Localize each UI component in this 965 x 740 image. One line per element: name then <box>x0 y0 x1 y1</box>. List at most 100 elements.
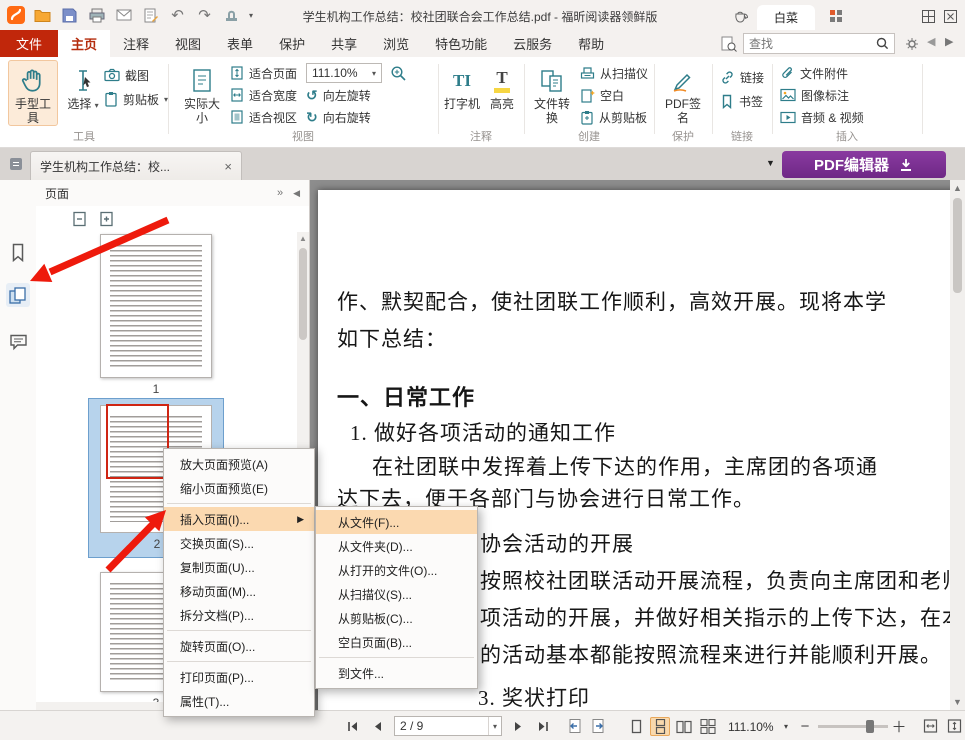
image-annotation-button[interactable]: 图像标注 <box>780 85 849 105</box>
single-page-view-button[interactable] <box>626 717 646 736</box>
document-scrollbar[interactable]: ▲ ▼ <box>950 180 965 710</box>
menu-item-properties[interactable]: 属性(T)... <box>164 689 314 713</box>
typewriter-button[interactable]: TI 打字机 <box>442 60 482 112</box>
comments-panel-button[interactable] <box>6 330 30 354</box>
submenu-item-from-file[interactable]: 从文件(F)... <box>316 510 477 534</box>
redo-icon[interactable]: ↷ <box>195 6 214 25</box>
rotate-left-button[interactable]: ↺ 向左旋转 <box>306 85 371 105</box>
edit-document-icon[interactable] <box>141 6 160 25</box>
search-options-gear-icon[interactable] <box>905 37 919 51</box>
session-tab[interactable]: 白菜 <box>757 5 815 30</box>
pdf-sign-button[interactable]: PDF签名 <box>660 60 706 126</box>
from-clipboard-button[interactable]: 从剪贴板 <box>580 107 647 127</box>
reduce-thumbnail-icon[interactable] <box>72 211 87 227</box>
submenu-item-from-clipboard[interactable]: 从剪贴板(C)... <box>316 606 477 630</box>
zoom-combo[interactable]: 111.10%▾ <box>306 63 382 83</box>
search-icon[interactable] <box>876 37 889 50</box>
submenu-item-from-folder[interactable]: 从文件夹(D)... <box>316 534 477 558</box>
tab-help[interactable]: 帮助 <box>565 30 617 57</box>
fit-page-status-button[interactable] <box>944 717 964 735</box>
next-view-button[interactable] <box>588 717 608 735</box>
zoom-in-button[interactable]: ＋ <box>892 717 906 735</box>
menu-item-print-pages[interactable]: 打印页面(P)... <box>164 665 314 689</box>
page-dropdown-caret-icon[interactable]: ▾ <box>488 717 501 735</box>
print-icon[interactable] <box>87 6 106 25</box>
email-icon[interactable] <box>114 6 133 25</box>
tab-browse[interactable]: 浏览 <box>370 30 422 57</box>
tab-protect[interactable]: 保护 <box>266 30 318 57</box>
pdf-editor-button[interactable]: PDF编辑器 <box>782 151 946 178</box>
tab-cloud[interactable]: 云服务 <box>500 30 565 57</box>
zoom-level-text[interactable]: 111.10% <box>728 720 774 734</box>
apps-grid-icon[interactable] <box>828 8 844 24</box>
zoom-in-icon[interactable] <box>390 65 407 82</box>
snapshot-button[interactable]: 截图 <box>104 65 149 85</box>
find-previous-icon[interactable]: ◀ <box>927 37 935 48</box>
tab-comment[interactable]: 注释 <box>110 30 162 57</box>
page-number-input[interactable] <box>395 719 475 733</box>
search-document-icon[interactable] <box>721 36 737 52</box>
zoom-out-button[interactable]: − <box>798 717 812 735</box>
collapse-panel-icon[interactable]: ◀ <box>293 188 300 199</box>
theme-icon[interactable] <box>733 8 749 24</box>
hand-tool-button[interactable]: 手型工具 <box>8 60 58 126</box>
scroll-up-icon[interactable]: ▲ <box>950 183 965 193</box>
tab-share[interactable]: 共享 <box>318 30 370 57</box>
menu-item-copy-pages[interactable]: 复制页面(U)... <box>164 555 314 579</box>
scrollbar-thumb[interactable] <box>299 248 307 340</box>
next-page-button[interactable] <box>510 717 528 735</box>
scroll-down-icon[interactable]: ▼ <box>950 697 965 707</box>
from-scanner-button[interactable]: 从扫描仪 <box>580 63 648 83</box>
page-thumbnail-1[interactable] <box>100 234 212 378</box>
save-icon[interactable] <box>60 6 79 25</box>
submenu-item-from-scanner[interactable]: 从扫描仪(S)... <box>316 582 477 606</box>
pages-panel-button[interactable] <box>6 283 30 307</box>
submenu-item-from-open-file[interactable]: 从打开的文件(O)... <box>316 558 477 582</box>
menu-item-insert-pages[interactable]: 插入页面(I)... ▶ <box>164 507 314 531</box>
first-page-button[interactable] <box>344 717 362 735</box>
enlarge-thumbnail-icon[interactable] <box>99 211 114 227</box>
fit-page-button[interactable]: 适合页面 <box>230 63 297 83</box>
session-icon[interactable] <box>8 156 24 172</box>
undo-icon[interactable]: ↶ <box>168 6 187 25</box>
continuous-facing-view-button[interactable] <box>698 717 718 736</box>
tab-view[interactable]: 视图 <box>162 30 214 57</box>
menu-item-zoom-out-preview[interactable]: 缩小页面预览(E) <box>164 476 314 500</box>
menu-item-swap-pages[interactable]: 交换页面(S)... <box>164 531 314 555</box>
menu-item-move-pages[interactable]: 移动页面(M)... <box>164 579 314 603</box>
facing-view-button[interactable] <box>674 717 694 736</box>
zoom-slider-track[interactable] <box>818 725 888 728</box>
fit-width-button[interactable]: 适合宽度 <box>230 85 297 105</box>
audio-video-button[interactable]: 音频 & 视频 <box>780 107 864 127</box>
fit-width-status-button[interactable] <box>920 717 940 735</box>
open-file-icon[interactable] <box>33 6 52 25</box>
find-next-icon[interactable]: ▶ <box>945 37 953 48</box>
rotate-right-button[interactable]: ↻ 向右旋转 <box>306 107 371 127</box>
actual-size-button[interactable]: 实际大小 <box>178 60 226 126</box>
fit-visible-button[interactable]: 适合视区 <box>230 107 297 127</box>
tab-close-icon[interactable]: × <box>224 159 232 174</box>
document-tab[interactable]: 学生机构工作总结：校... × <box>30 151 242 180</box>
expand-panel-icon[interactable]: » <box>277 187 283 199</box>
bookmark-button[interactable]: 书签 <box>720 91 763 111</box>
close-window-icon[interactable] <box>942 8 958 24</box>
blank-page-button[interactable]: 空白 <box>580 85 624 105</box>
convert-button[interactable]: 文件转换 <box>528 60 576 126</box>
layout-grid-icon[interactable] <box>920 8 936 24</box>
previous-view-button[interactable] <box>564 717 584 735</box>
page-number-combo[interactable]: ▾ <box>394 716 502 736</box>
zoom-dropdown-caret-icon[interactable]: ▾ <box>784 717 788 735</box>
tab-form[interactable]: 表单 <box>214 30 266 57</box>
menu-item-zoom-in-preview[interactable]: 放大页面预览(A) <box>164 452 314 476</box>
link-button[interactable]: 链接 <box>720 67 764 87</box>
last-page-button[interactable] <box>534 717 552 735</box>
scroll-up-icon[interactable]: ▲ <box>297 235 309 243</box>
zoom-slider-thumb[interactable] <box>866 720 874 733</box>
search-input[interactable] <box>749 37 872 51</box>
scrollbar-thumb[interactable] <box>953 198 962 293</box>
continuous-view-button[interactable] <box>650 717 670 736</box>
tab-list-dropdown-icon[interactable]: ▼ <box>766 158 775 168</box>
bookmarks-panel-button[interactable] <box>6 240 30 264</box>
tab-features[interactable]: 特色功能 <box>422 30 500 57</box>
clipboard-button[interactable]: 剪贴板▾ <box>104 89 168 109</box>
